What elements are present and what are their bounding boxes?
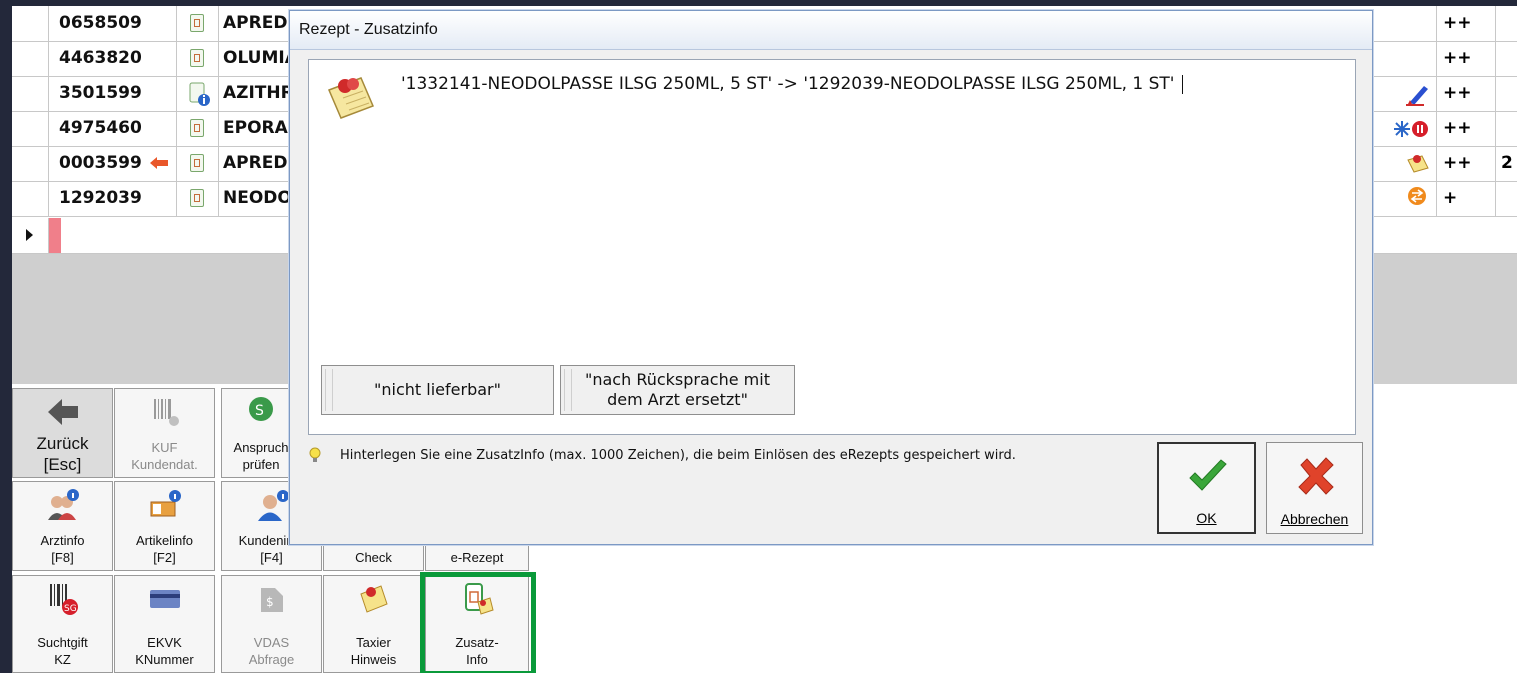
pzn-cell: 1292039 — [49, 181, 177, 216]
zusatzinfo-dialog: Rezept - Zusatzinfo '1332141-NEODOLPASSE… — [289, 10, 1373, 545]
vdas-icon: $ — [260, 588, 283, 612]
pen-icon — [1406, 86, 1428, 106]
erezept-icon — [190, 154, 204, 172]
taxier-hinweis-button[interactable]: Taxier Hinweis — [323, 575, 424, 673]
arrow-left-icon — [149, 157, 168, 169]
erezept-icon — [190, 49, 204, 67]
kuf-button[interactable]: KUF Kundendat. — [114, 388, 215, 478]
svg-text:SG: SG — [64, 604, 77, 614]
article-name-cell: EPORA — [223, 118, 288, 138]
narcotic-barcode-icon: SG — [49, 584, 78, 615]
arztinfo-button[interactable]: Arztinfo [F8] — [12, 481, 113, 571]
pzn-cell: 0003599 — [49, 146, 177, 181]
back-button[interactable]: Zurück [Esc] — [12, 388, 113, 478]
pzn-cell: 4975460 — [49, 111, 177, 146]
status-cell: + — [1436, 181, 1496, 216]
zusatzinfo-text: '1332141-NEODOLPASSE ILSG 250ML, 5 ST' -… — [401, 74, 1175, 94]
doctor-info-icon — [47, 489, 79, 520]
artikelinfo-button[interactable]: Artikelinfo [F2] — [114, 481, 215, 571]
ok-button[interactable]: OK — [1157, 442, 1256, 534]
status-cell: ++ — [1436, 41, 1496, 76]
check-document-icon: S — [249, 397, 273, 421]
article-info-icon — [150, 490, 181, 517]
prescription-app: 0658509 APRED ++ 4463820 OLUMIA ++ 35015… — [12, 6, 1517, 673]
arrow-left-icon — [47, 399, 78, 425]
erezept-info-icon — [189, 82, 210, 106]
pzn-cell: 4463820 — [49, 41, 177, 76]
cancel-button[interactable]: Abbrechen — [1266, 442, 1363, 534]
checkmark-icon — [1189, 459, 1227, 491]
row-pointer-icon — [26, 229, 33, 241]
hint-text: Hinterlegen Sie eine ZusatzInfo (max. 10… — [340, 448, 1016, 463]
ekvk-button[interactable]: EKVK KNummer — [114, 575, 215, 673]
status-cell: ++ — [1436, 76, 1496, 111]
vdas-button[interactable]: $ VDAS Abfrage — [221, 575, 322, 673]
dialog-titlebar[interactable]: Rezept - Zusatzinfo — [290, 11, 1372, 50]
zusatzinfo-highlight — [420, 572, 536, 673]
note-icon — [328, 77, 374, 119]
status-cell: ++ — [1436, 146, 1496, 181]
svg-text:$: $ — [266, 595, 274, 609]
article-name-cell: AZITHR — [223, 83, 294, 103]
erezept-icon — [190, 14, 204, 32]
card-icon — [149, 590, 180, 608]
exchange-icon — [1408, 187, 1426, 205]
svg-text:S: S — [255, 403, 264, 419]
lightbulb-icon — [309, 447, 321, 462]
article-name-cell: APRED — [223, 13, 288, 33]
note-icon — [1407, 155, 1429, 173]
barcode-icon — [153, 399, 179, 426]
rueckspracht-arzt-button[interactable]: "nach Rücksprache mit dem Arzt ersetzt" — [560, 365, 795, 415]
article-name-cell: NEODO — [223, 188, 292, 208]
suchtgift-button[interactable]: SG Suchtgift KZ — [12, 575, 113, 673]
snowflake-icon — [1394, 121, 1410, 137]
status-cell: ++ — [1436, 6, 1496, 41]
cross-icon — [1298, 457, 1334, 495]
article-name-cell: APRED — [223, 153, 288, 173]
note-icon — [359, 585, 388, 613]
pzn-cell: 3501599 — [49, 76, 177, 111]
stop-icon — [1412, 121, 1428, 137]
dialog-title: Rezept - Zusatzinfo — [299, 21, 438, 38]
pzn-cell: 0658509 — [49, 6, 177, 41]
zusatzinfo-textarea[interactable]: '1332141-NEODOLPASSE ILSG 250ML, 5 ST' -… — [308, 59, 1356, 435]
erezept-icon — [190, 119, 204, 137]
status-cell: ++ — [1436, 111, 1496, 146]
nicht-lieferbar-button[interactable]: "nicht lieferbar" — [321, 365, 554, 415]
text-caret — [1182, 74, 1184, 94]
customer-info-icon — [257, 490, 289, 521]
new-row-marker — [49, 218, 61, 253]
erezept-icon — [190, 189, 204, 207]
article-name-cell: OLUMIA — [223, 48, 298, 68]
